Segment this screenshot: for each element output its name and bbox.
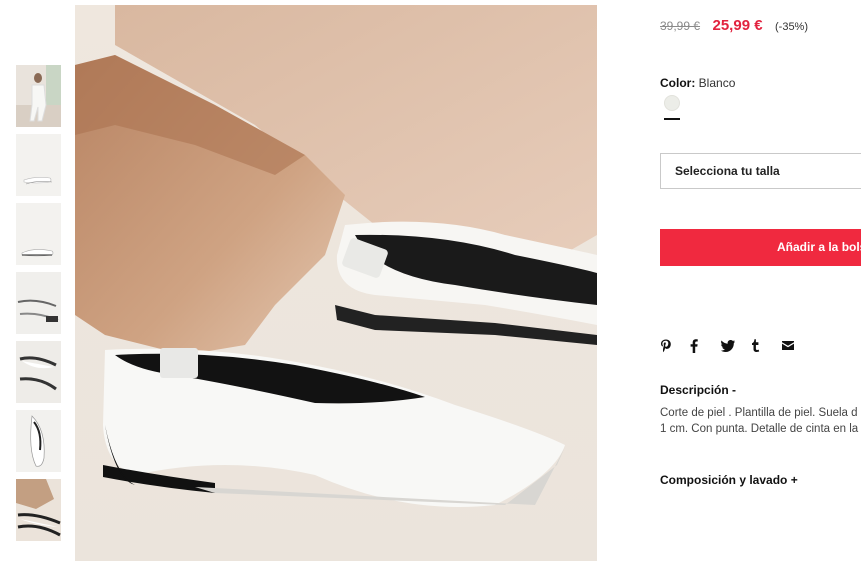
composition-toggle[interactable]: Composición y lavado + xyxy=(660,473,798,487)
email-icon[interactable] xyxy=(781,337,808,355)
sale-price: 25,99 € xyxy=(712,17,763,34)
tumblr-icon[interactable] xyxy=(751,337,777,355)
share-icons xyxy=(660,337,808,355)
color-value: Blanco xyxy=(698,76,736,90)
product-info-panel: 39,99 € 25,99 € (-35%) Color: Blanco Sel… xyxy=(660,0,861,561)
description-text: Corte de piel . Plantilla de piel. Suela… xyxy=(660,405,861,437)
selected-swatch-indicator xyxy=(664,118,680,120)
thumbnail-shoes-angle[interactable] xyxy=(16,341,61,403)
color-swatch-white[interactable] xyxy=(664,95,680,111)
description-line-2: 1 cm. Con punta. Detalle de cinta en la xyxy=(660,423,859,435)
thumbnail-model[interactable] xyxy=(16,65,61,127)
thumbnail-list xyxy=(16,65,62,548)
facebook-icon[interactable] xyxy=(690,337,716,355)
price-row: 39,99 € 25,99 € (-35%) xyxy=(660,17,808,35)
description-line-1: Corte de piel . Plantilla de piel. Suela… xyxy=(660,407,858,419)
color-label: Color: xyxy=(660,76,696,90)
pinterest-icon[interactable] xyxy=(660,337,686,355)
twitter-icon[interactable] xyxy=(720,337,747,355)
size-select[interactable]: Selecciona tu talla xyxy=(660,153,861,189)
discount-badge: (-35%) xyxy=(775,21,809,33)
thumbnail-shoes-rock[interactable] xyxy=(16,479,61,541)
description-toggle[interactable]: Descripción - xyxy=(660,383,736,397)
add-to-bag-button[interactable]: Añadir a la bols xyxy=(660,229,861,266)
original-price: 39,99 € xyxy=(660,19,701,33)
thumbnail-shoes-side[interactable] xyxy=(16,203,61,265)
thumbnail-shoe-single[interactable] xyxy=(16,410,61,472)
main-product-image[interactable] xyxy=(75,5,597,561)
color-info: Color: Blanco xyxy=(660,76,735,90)
thumbnail-shoes-flat[interactable] xyxy=(16,272,61,334)
thumbnail-shoes-top[interactable] xyxy=(16,134,61,196)
